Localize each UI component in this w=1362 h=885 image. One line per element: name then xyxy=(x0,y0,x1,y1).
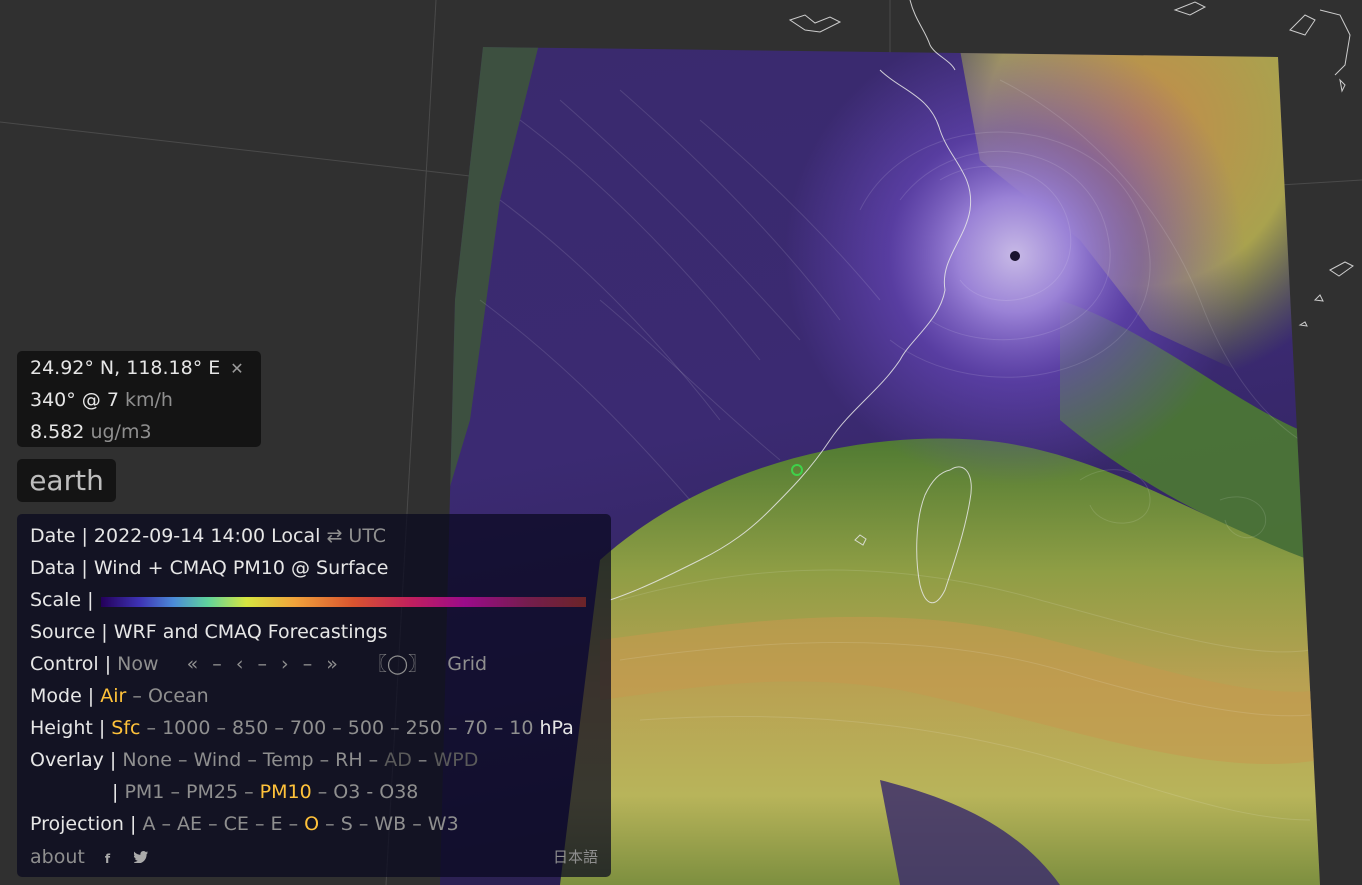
control-sep-3: – xyxy=(302,653,313,675)
footer-row: about f xyxy=(30,845,149,871)
overlay-pm10[interactable]: PM10 xyxy=(260,781,312,803)
data-value: Wind + CMAQ PM10 @ Surface xyxy=(93,557,389,579)
overlay-value: 8.582 xyxy=(30,421,85,443)
mode-row: Mode | Air – Ocean xyxy=(30,685,209,707)
control-prev[interactable]: ‹ xyxy=(236,653,244,675)
date-value[interactable]: 2022-09-14 14:00 Local xyxy=(94,525,321,547)
overlay-none[interactable]: None xyxy=(122,749,172,771)
coords-row: 24.92° N, 118.18° E ✕ xyxy=(30,356,244,381)
facebook-icon[interactable]: f xyxy=(105,852,110,866)
control-label: Control | xyxy=(30,653,112,675)
color-scale-bar[interactable] xyxy=(101,597,586,607)
height-row: Height | Sfc – 1000 – 850 – 700 – 500 – … xyxy=(30,717,574,739)
projection-e[interactable]: E xyxy=(271,813,283,835)
height-500[interactable]: 500 xyxy=(348,717,384,739)
wind-unit[interactable]: km/h xyxy=(125,389,173,411)
overlay-label: Overlay | xyxy=(30,749,117,771)
overlay-ad: AD xyxy=(384,749,412,771)
coords-text: 24.92° N, 118.18° E xyxy=(30,357,221,379)
control-grid[interactable]: Grid xyxy=(447,653,487,675)
language-link[interactable]: 日本語 xyxy=(553,845,598,869)
height-70[interactable]: 70 xyxy=(463,717,487,739)
height-unit: hPa xyxy=(539,717,574,739)
projection-ae[interactable]: AE xyxy=(177,813,202,835)
control-now[interactable]: Now xyxy=(117,653,158,675)
settings-menu: Date | 2022-09-14 14:00 Local ⇄ UTC Data… xyxy=(17,514,611,877)
projection-row: Projection | A – AE – CE – E – O – S – W… xyxy=(30,813,459,835)
mode-air[interactable]: Air xyxy=(100,685,126,707)
wind-row: 340° @ 7 km/h xyxy=(30,388,173,412)
control-next[interactable]: › xyxy=(281,653,289,675)
control-row: Control | Now « – ‹ – › – » 〖◯〗 Grid xyxy=(30,652,487,676)
control-sep-2: – xyxy=(257,653,267,675)
overlay-value-unit[interactable]: ug/m3 xyxy=(90,421,151,443)
utc-toggle[interactable]: ⇄ UTC xyxy=(326,525,386,547)
overlay-wpd: WPD xyxy=(433,749,479,771)
overlay-row-2: | PM1 – PM25 – PM10 – O3 - O38 xyxy=(112,781,419,803)
mode-ocean[interactable]: Ocean xyxy=(148,685,209,707)
overlay-rh[interactable]: RH xyxy=(335,749,363,771)
overlay-pm1[interactable]: PM1 xyxy=(124,781,164,803)
overlay-pm25[interactable]: PM25 xyxy=(186,781,238,803)
height-700[interactable]: 700 xyxy=(290,717,326,739)
projection-o[interactable]: O xyxy=(304,813,319,835)
height-sfc[interactable]: Sfc xyxy=(111,717,140,739)
location-info-panel: 24.92° N, 118.18° E ✕ 340° @ 7 km/h 8.582… xyxy=(17,351,261,447)
overlay-o3[interactable]: O3 xyxy=(333,781,360,803)
overlay-o38[interactable]: O38 xyxy=(379,781,418,803)
projection-s[interactable]: S xyxy=(341,813,353,835)
height-1000[interactable]: 1000 xyxy=(162,717,210,739)
earth-menu-button[interactable]: earth xyxy=(17,459,116,502)
navigate-to-location-icon[interactable]: 〖◯〗 xyxy=(368,653,427,675)
date-label: Date | xyxy=(30,525,88,547)
overlay-pipe: | xyxy=(112,781,119,803)
height-10[interactable]: 10 xyxy=(509,717,533,739)
wind-value: 340° @ 7 xyxy=(30,389,119,411)
height-label: Height | xyxy=(30,717,106,739)
scale-label: Scale | xyxy=(30,589,94,611)
source-row: Source | WRF and CMAQ Forecastings xyxy=(30,620,388,644)
overlay-wind[interactable]: Wind xyxy=(194,749,242,771)
data-row: Data | Wind + CMAQ PM10 @ Surface xyxy=(30,556,388,580)
projection-w3[interactable]: W3 xyxy=(428,813,459,835)
overlay-row-1: Overlay | None – Wind – Temp – RH – AD –… xyxy=(30,749,479,771)
scale-row: Scale | xyxy=(30,588,94,612)
control-first[interactable]: « xyxy=(187,653,199,675)
height-850[interactable]: 850 xyxy=(232,717,268,739)
projection-label: Projection | xyxy=(30,813,137,835)
control-last[interactable]: » xyxy=(326,653,338,675)
height-250[interactable]: 250 xyxy=(406,717,442,739)
source-value: WRF and CMAQ Forecastings xyxy=(113,621,388,643)
close-icon[interactable]: ✕ xyxy=(230,359,243,378)
data-label: Data | xyxy=(30,557,88,579)
projection-ce[interactable]: CE xyxy=(224,813,249,835)
language-text[interactable]: 日本語 xyxy=(553,848,598,866)
control-sep-1: – xyxy=(212,653,222,675)
about-link[interactable]: about xyxy=(30,846,85,868)
twitter-icon[interactable] xyxy=(133,851,149,866)
projection-a[interactable]: A xyxy=(142,813,155,835)
date-row: Date | 2022-09-14 14:00 Local ⇄ UTC xyxy=(30,524,386,548)
projection-wb[interactable]: WB xyxy=(374,813,406,835)
source-label: Source | xyxy=(30,621,108,643)
mode-label: Mode | xyxy=(30,685,95,707)
overlay-temp[interactable]: Temp xyxy=(263,749,314,771)
overlay-value-row: 8.582 ug/m3 xyxy=(30,420,152,444)
